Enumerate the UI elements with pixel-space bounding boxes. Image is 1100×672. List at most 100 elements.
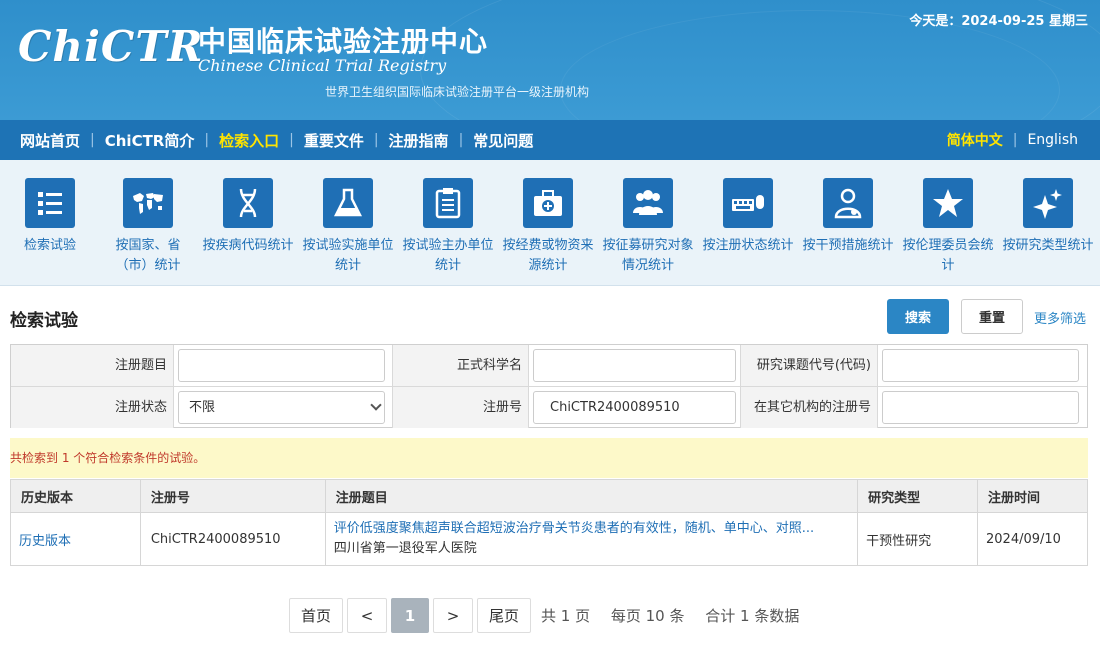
site-title-cn: 中国临床试验注册中心 [198,25,489,58]
reset-button[interactable]: 重置 [961,299,1023,334]
reg-status-label: 注册状态 [11,387,174,428]
tile-by-funding[interactable]: 按经费或物资来源统计 [498,178,598,276]
clipboard-icon [423,178,473,228]
tile-label: 按国家、省（市）统计 [115,238,181,273]
nav-home[interactable]: 网站首页 [20,130,80,151]
reg-title-cell [174,345,393,386]
nav-separator: | [373,132,379,148]
tile-by-recruitment[interactable]: 按征募研究对象情况统计 [598,178,698,276]
first-page-button[interactable]: 首页 [289,598,343,633]
tile-by-implementer[interactable]: 按试验实施单位统计 [298,178,398,276]
tile-by-ethics[interactable]: 按伦理委员会统计 [898,178,998,276]
trial-title-link[interactable]: 评价低强度聚焦超声联合超短波治疗骨关节炎患者的有效性，随机、单中心、对照... [334,519,857,539]
reg-no-cell [529,387,741,428]
project-code-input[interactable] [882,349,1079,382]
world-map-icon [123,178,173,228]
nav-separator: | [458,132,464,148]
nav-separator: | [90,132,95,148]
tile-by-region[interactable]: 按国家、省（市）统计 [98,178,198,276]
sci-name-cell [529,345,741,386]
people-icon [623,178,673,228]
section-title: 检索试验 [10,311,78,331]
result-notice: 共检索到 1 个符合检索条件的试验。 [10,438,1088,478]
tile-by-disease[interactable]: 按疾病代码统计 [198,178,298,256]
search-button[interactable]: 搜索 [887,299,949,334]
study-type-value: 干预性研究 [857,512,979,566]
reg-status-select[interactable]: 不限 [178,391,385,424]
next-page-button[interactable]: > [433,598,473,633]
today-date: 今天是：2024-09-25 星期三 [909,14,1088,29]
total-records-text: 合计 1 条数据 [705,607,800,625]
prev-page-button[interactable]: < [347,598,387,633]
tile-label: 按征募研究对象情况统计 [602,238,694,273]
reg-no-input[interactable] [533,391,736,424]
medical-kit-icon [523,178,573,228]
star-icon [923,178,973,228]
reg-title-input[interactable] [178,349,385,382]
reg-no-label: 注册号 [393,387,529,428]
pagination: 首页 < 1 > 尾页 共 1 页 每页 10 条 合计 1 条数据 [289,598,815,633]
col-reg-no: 注册号 [139,479,326,513]
reg-date-value: 2024/09/10 [977,512,1088,566]
search-form: 注册题目 正式科学名 研究课题代号(代码) 注册状态 不限 注册号 在其它机构的… [10,344,1088,428]
main-nav: 网站首页 | ChiCTR简介 | 检索入口 | 重要文件 | 注册指南 | 常… [0,120,1100,160]
sparkle-icon [1023,178,1073,228]
tile-label: 按经费或物资来源统计 [502,238,594,273]
nav-guide[interactable]: 注册指南 [389,130,449,151]
tile-label: 按干预措施统计 [802,238,894,253]
tile-label: 检索试验 [23,238,76,253]
tile-label: 按研究类型统计 [1002,238,1094,253]
history-version-link[interactable]: 历史版本 [10,512,141,566]
other-reg-no-cell [878,387,1087,428]
tile-by-study-type[interactable]: 按研究类型统计 [998,178,1098,256]
nav-separator: | [204,132,210,148]
site-header: ChiCTR 中国临床试验注册中心 Chinese Clinical Trial… [0,0,1100,120]
lang-chinese[interactable]: 简体中文 [947,130,1003,150]
nav-documents[interactable]: 重要文件 [304,130,364,151]
col-history: 历史版本 [10,479,141,513]
title-cell: 评价低强度聚焦超声联合超短波治疗骨关节炎患者的有效性，随机、单中心、对照... … [324,512,859,566]
tile-by-status[interactable]: 按注册状态统计 [698,178,798,256]
table-row: 历史版本 ChiCTR2400089510 评价低强度聚焦超声联合超短波治疗骨关… [10,512,1088,566]
list-icon [25,178,75,228]
col-study-type: 研究类型 [857,479,979,513]
site-subtitle: 世界卫生组织国际临床试验注册平台一级注册机构 [325,85,590,99]
reg-title-label: 注册题目 [11,345,174,386]
nav-separator: | [289,132,294,148]
nav-about[interactable]: ChiCTR简介 [105,130,195,151]
nav-separator: | [1012,132,1018,148]
per-page-text: 每页 10 条 [610,607,685,625]
nav-faq[interactable]: 常见问题 [473,130,533,151]
pager-info: 共 1 页 每页 10 条 合计 1 条数据 [541,605,815,626]
project-code-cell [878,345,1087,386]
language-switcher: 简体中文 | English [947,120,1078,160]
keyboard-mouse-icon [723,178,773,228]
tile-by-sponsor[interactable]: 按试验主办单位统计 [398,178,498,276]
current-page-button[interactable]: 1 [391,598,429,633]
total-pages-text: 共 1 页 [541,607,591,625]
chictr-logo[interactable]: ChiCTR [18,22,204,71]
sci-name-label: 正式科学名 [393,345,529,386]
reg-status-cell: 不限 [174,387,393,428]
flask-icon [323,178,373,228]
col-title: 注册题目 [324,479,859,513]
lang-english[interactable]: English [1027,132,1078,148]
tile-label: 按伦理委员会统计 [902,238,994,273]
last-page-button[interactable]: 尾页 [477,598,531,633]
table-header-row: 历史版本 注册号 注册题目 研究类型 注册时间 [10,479,1088,513]
reg-no-cell-value: ChiCTR2400089510 [139,512,326,566]
doctor-icon [823,178,873,228]
nav-search[interactable]: 检索入口 [219,130,279,151]
dna-icon [223,178,273,228]
trial-organization: 四川省第一退役军人医院 [333,541,477,556]
tile-label: 按试验主办单位统计 [402,238,494,273]
tile-by-intervention[interactable]: 按干预措施统计 [798,178,898,256]
tile-search-trials[interactable]: 检索试验 [0,178,100,256]
results-table: 历史版本 注册号 注册题目 研究类型 注册时间 历史版本 ChiCTR24000… [10,479,1088,566]
other-reg-no-input[interactable] [882,391,1079,424]
more-filters-link[interactable]: 更多筛选 [1034,308,1086,327]
sci-name-input[interactable] [533,349,736,382]
stats-icon-bar: 检索试验 按国家、省（市）统计 按疾病代码统计 按试验实施单位统计 按试验主办单… [0,160,1100,286]
project-code-label: 研究课题代号(代码) [741,345,878,386]
col-reg-date: 注册时间 [977,479,1088,513]
